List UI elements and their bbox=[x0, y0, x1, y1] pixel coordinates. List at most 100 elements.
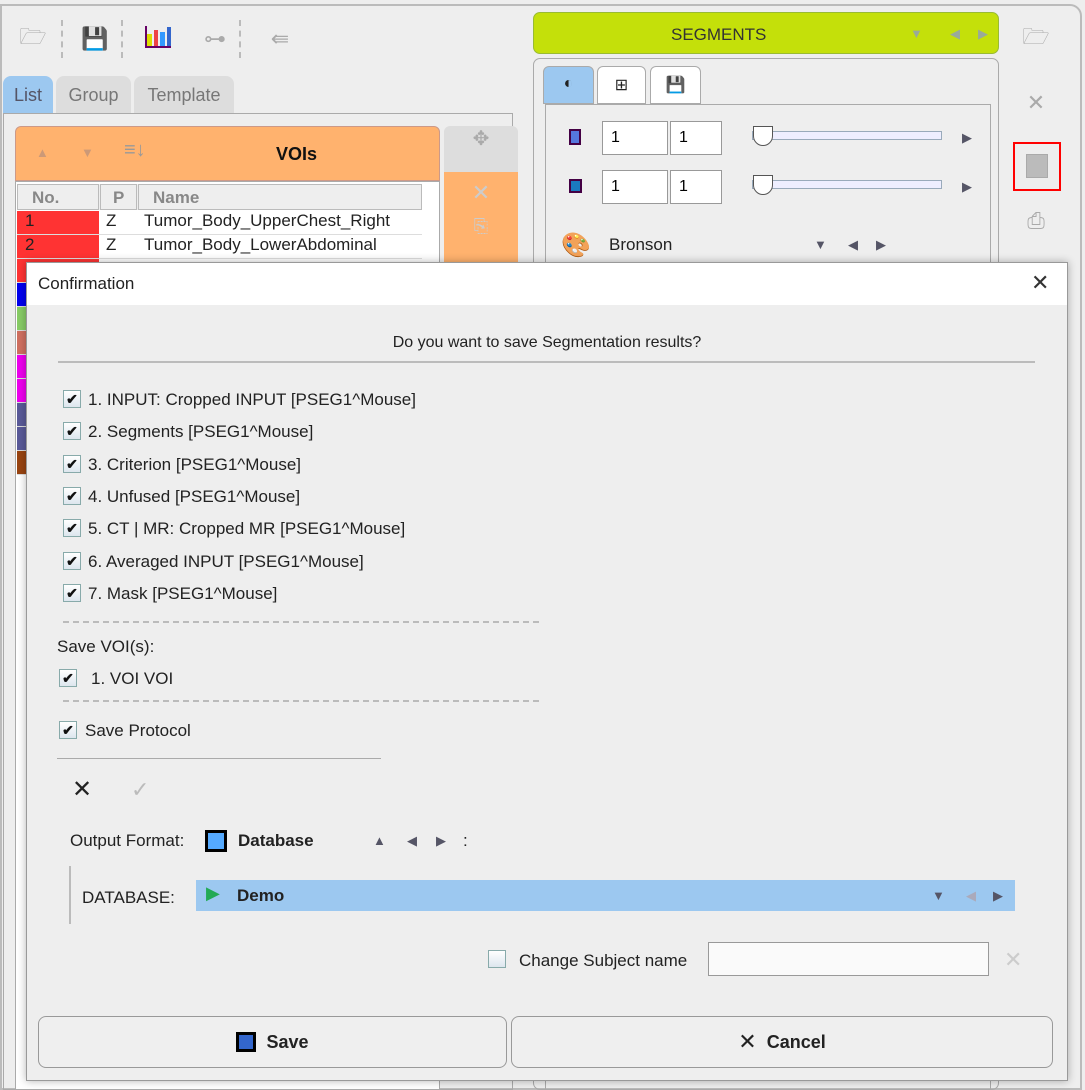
save-vois-label: Save VOI(s): bbox=[57, 637, 155, 656]
save-button[interactable]: Save bbox=[38, 1016, 507, 1068]
table-row[interactable]: 1 Z Tumor_Body_UpperChest_Right bbox=[17, 211, 422, 235]
dialog-titlebar: Confirmation ✕ bbox=[27, 263, 1067, 305]
database-prev-icon[interactable]: ◀ bbox=[966, 888, 976, 904]
voi-title: VOIs bbox=[276, 144, 318, 164]
export-icon[interactable]: ⇚ bbox=[265, 24, 295, 54]
select-all-icon[interactable]: ✓ bbox=[131, 777, 149, 803]
format-up-icon[interactable]: ▲ bbox=[373, 833, 386, 848]
slice-from-input[interactable] bbox=[602, 121, 668, 155]
database-dropdown-icon[interactable]: ▼ bbox=[932, 888, 945, 903]
item-checkbox[interactable]: ✔ bbox=[63, 486, 81, 505]
copy-voi-icon[interactable]: ⎘ bbox=[444, 216, 518, 237]
chart-icon[interactable] bbox=[145, 26, 171, 48]
layout-tab-icon[interactable]: ⊞ bbox=[597, 66, 646, 104]
prev-icon[interactable]: ◀ bbox=[950, 26, 960, 42]
database-value: Demo bbox=[237, 886, 285, 905]
change-subject-checkbox[interactable] bbox=[488, 950, 506, 968]
voi-p: Z bbox=[106, 235, 117, 254]
tab-template[interactable]: Template bbox=[134, 76, 234, 114]
cancel-label: Cancel bbox=[766, 1031, 826, 1052]
deselect-all-icon[interactable]: ✕ bbox=[72, 775, 92, 804]
save-icon[interactable]: 💾 bbox=[80, 24, 110, 54]
load-icon[interactable]: 🗁 bbox=[1021, 24, 1051, 54]
dialog-title: Confirmation bbox=[38, 274, 135, 293]
move-voi-icon[interactable]: ✥ bbox=[444, 126, 518, 172]
next-icon[interactable]: ▶ bbox=[978, 26, 988, 42]
save-protocol-checkbox[interactable]: ✔ bbox=[59, 721, 77, 739]
database-next-icon[interactable]: ▶ bbox=[993, 888, 1003, 904]
move-up-icon[interactable]: ▲ bbox=[36, 145, 49, 160]
divider bbox=[69, 866, 71, 924]
database-label: DATABASE: bbox=[82, 888, 175, 907]
voi-table-header: No. P Name bbox=[17, 184, 422, 210]
cancel-button[interactable]: ✕ Cancel bbox=[511, 1016, 1053, 1068]
segments-title: SEGMENTS bbox=[671, 25, 767, 44]
item-label: 3. Criterion [PSEG1^Mouse] bbox=[88, 454, 302, 474]
confirmation-dialog: Confirmation ✕ Do you want to save Segme… bbox=[26, 262, 1068, 1081]
divider bbox=[63, 621, 539, 623]
contrast-tab-icon[interactable]: ◐ bbox=[543, 66, 594, 104]
database-select[interactable]: ▶ Demo ▼ ◀ ▶ bbox=[196, 880, 1015, 911]
item-checkbox[interactable]: ✔ bbox=[63, 551, 81, 570]
dialog-question: Do you want to save Segmentation results… bbox=[392, 334, 702, 351]
divider bbox=[57, 758, 381, 759]
save-tab-icon[interactable]: 💾 bbox=[650, 66, 701, 104]
table-row[interactable]: 2 Z Tumor_Body_LowerAbdominal bbox=[17, 235, 422, 259]
voi-p: Z bbox=[106, 211, 117, 230]
save-icon bbox=[236, 1032, 257, 1052]
colormap-prev-icon[interactable]: ◀ bbox=[848, 237, 858, 253]
frame-icon bbox=[569, 179, 582, 193]
format-next-icon[interactable]: ▶ bbox=[436, 833, 446, 849]
segments-selector[interactable]: SEGMENTS ▼ ◀ ▶ bbox=[533, 12, 999, 54]
format-prev-icon[interactable]: ◀ bbox=[407, 833, 417, 849]
colormap-dropdown-icon[interactable]: ▼ bbox=[814, 237, 827, 252]
move-down-icon[interactable]: ▼ bbox=[81, 145, 94, 160]
column-p[interactable]: P bbox=[100, 184, 137, 210]
voi-actions: ✕ ⎘ bbox=[444, 172, 518, 262]
slice-icon bbox=[569, 129, 581, 145]
voi-number: 1 bbox=[17, 211, 99, 234]
subject-name-input[interactable] bbox=[708, 942, 989, 976]
frame-to-input[interactable] bbox=[670, 170, 722, 204]
item-label: 4. Unfused [PSEG1^Mouse] bbox=[88, 486, 301, 506]
close-segments-icon[interactable]: ✕ bbox=[1021, 88, 1051, 118]
dropdown-icon[interactable]: ▼ bbox=[910, 26, 923, 41]
frame-from-input[interactable] bbox=[602, 170, 668, 204]
item-checkbox[interactable]: ✔ bbox=[63, 583, 81, 602]
clear-subject-icon[interactable]: ✕ bbox=[1004, 947, 1022, 973]
save-label: Save bbox=[266, 1031, 309, 1052]
voi-label: 1. VOI VOI bbox=[91, 669, 174, 688]
divider bbox=[58, 361, 1035, 363]
delete-voi-icon[interactable]: ✕ bbox=[444, 180, 518, 206]
column-no[interactable]: No. bbox=[17, 184, 99, 210]
divider bbox=[63, 700, 539, 702]
item-checkbox[interactable]: ✔ bbox=[63, 390, 81, 408]
item-checkbox[interactable]: ✔ bbox=[63, 422, 81, 441]
tab-list[interactable]: List bbox=[3, 76, 53, 114]
save-segments-button[interactable] bbox=[1013, 142, 1061, 191]
format-colon: : bbox=[463, 831, 468, 850]
column-name[interactable]: Name bbox=[138, 184, 422, 210]
item-checkbox[interactable]: ✔ bbox=[63, 454, 81, 473]
slice-next-icon[interactable]: ▶ bbox=[962, 130, 972, 146]
print-icon[interactable]: ⎙ bbox=[1021, 206, 1051, 236]
frame-slider[interactable] bbox=[752, 175, 942, 195]
tab-group[interactable]: Group bbox=[56, 76, 131, 114]
link-icon[interactable]: ⊶ bbox=[200, 24, 230, 54]
frame-next-icon[interactable]: ▶ bbox=[962, 179, 972, 195]
slice-to-input[interactable] bbox=[670, 121, 722, 155]
item-checkbox[interactable]: ✔ bbox=[63, 519, 81, 538]
voi-checkbox[interactable]: ✔ bbox=[59, 669, 77, 687]
voi-header: ▲ ▼ ≡↓ VOIs bbox=[15, 126, 440, 181]
close-icon[interactable]: ✕ bbox=[1031, 270, 1049, 296]
output-format-label: Output Format: bbox=[70, 831, 185, 850]
item-label: 1. INPUT: Cropped INPUT [PSEG1^Mouse] bbox=[88, 390, 416, 409]
item-label: 6. Averaged INPUT [PSEG1^Mouse] bbox=[88, 551, 364, 571]
sort-icon[interactable]: ≡↓ bbox=[124, 139, 146, 162]
slice-slider[interactable] bbox=[752, 126, 942, 146]
save-protocol-label: Save Protocol bbox=[85, 721, 191, 740]
output-format-value[interactable]: Database bbox=[238, 831, 314, 851]
open-folder-icon[interactable]: 🗁 bbox=[18, 24, 48, 54]
colormap-next-icon[interactable]: ▶ bbox=[876, 237, 886, 253]
colormap-name[interactable]: Bronson bbox=[609, 235, 672, 255]
